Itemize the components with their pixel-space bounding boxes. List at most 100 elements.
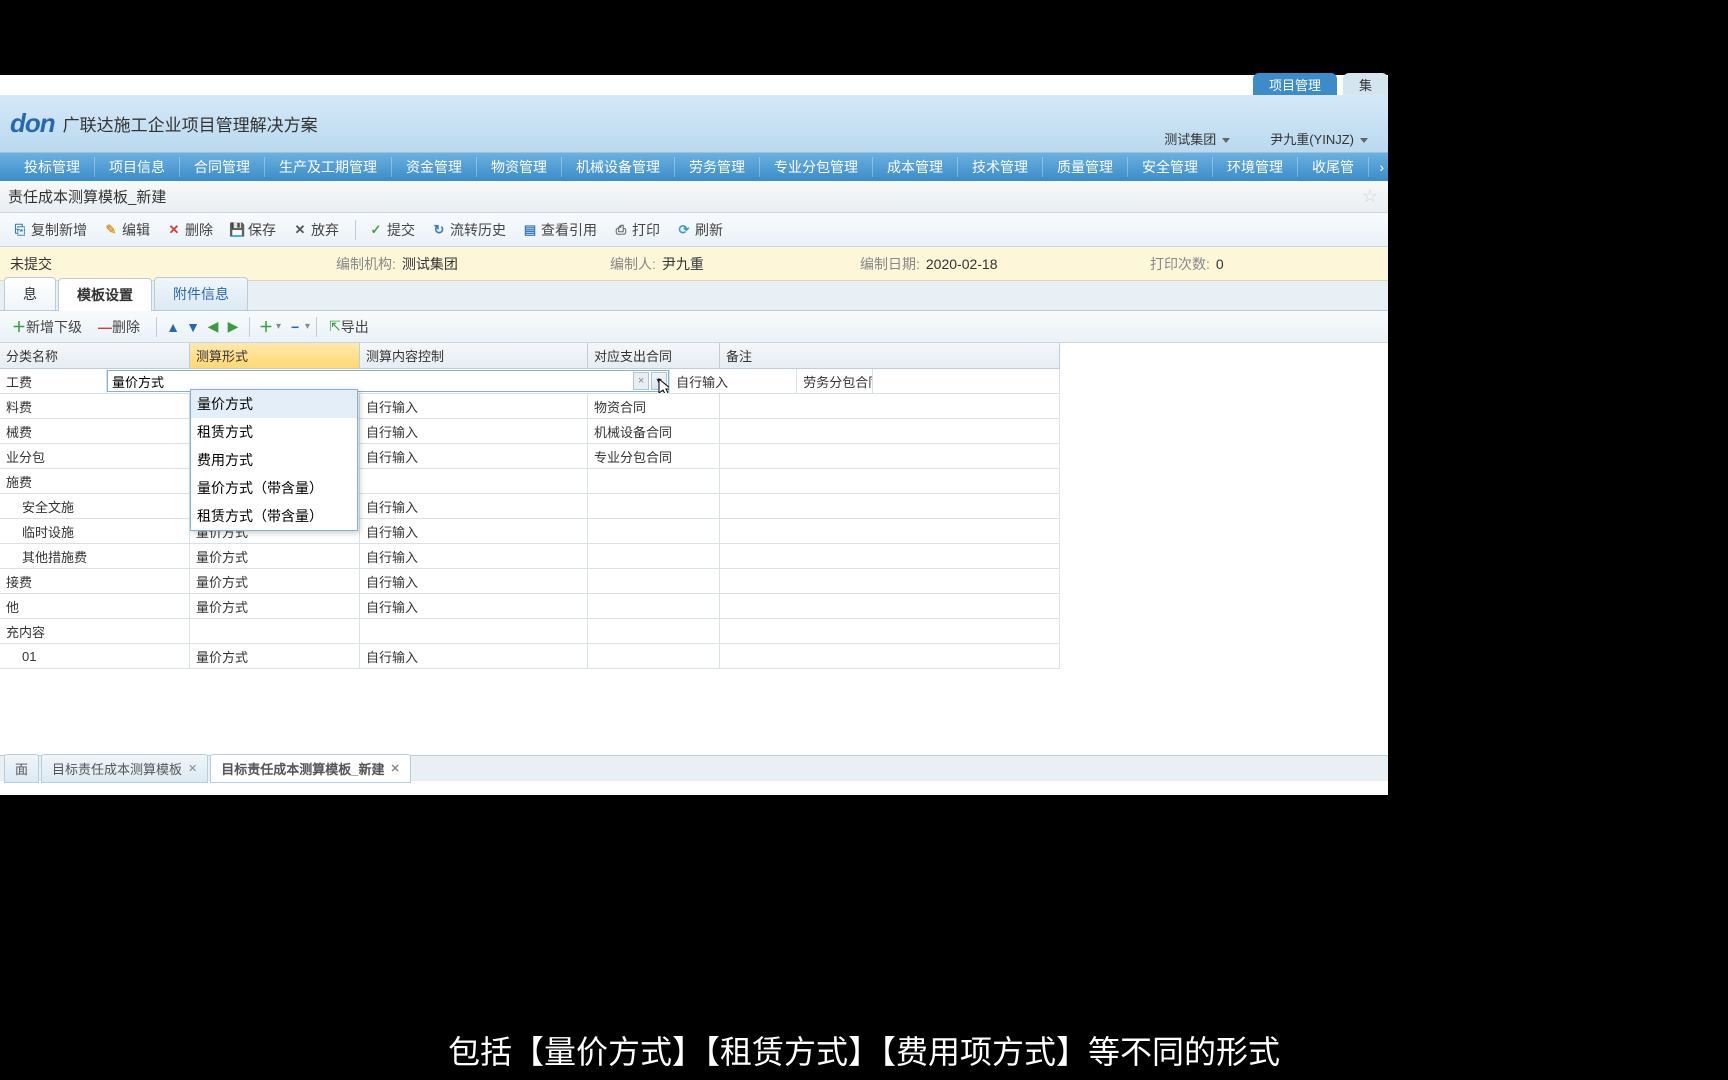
cell-contract[interactable] [588, 469, 720, 493]
table-row[interactable]: 施费 [0, 469, 1060, 494]
expand-icon[interactable]: ＋ [258, 319, 274, 335]
print-button[interactable]: ⎙打印 [607, 217, 666, 243]
cell-remark[interactable] [720, 569, 1060, 593]
favorite-star-icon[interactable]: ☆ [1362, 186, 1378, 207]
cell-remark[interactable] [720, 394, 1060, 418]
doc-tab-template-new[interactable]: 目标责任成本测算模板_新建✕ [210, 754, 410, 783]
doc-tab-template[interactable]: 目标责任成本测算模板✕ [41, 754, 208, 783]
col-header-name[interactable]: 分类名称 [0, 343, 190, 368]
nav-bid[interactable]: 投标管理 [10, 157, 95, 177]
table-row[interactable]: 料费自行输入物资合同 [0, 394, 1060, 419]
tab-template-settings[interactable]: 模板设置 [58, 278, 152, 311]
cell-ctrl[interactable]: 自行输入 [360, 594, 588, 618]
doc-tab[interactable]: 面 [4, 754, 39, 783]
cell-remark[interactable] [720, 619, 1060, 643]
cell-remark[interactable] [720, 544, 1060, 568]
cell-name[interactable]: 械费 [0, 419, 190, 443]
cell-name[interactable]: 临时设施 [0, 519, 190, 543]
nav-environment[interactable]: 环境管理 [1213, 157, 1298, 177]
cancel-button[interactable]: ✕放弃 [286, 217, 345, 243]
table-row[interactable]: 01量价方式自行输入 [0, 644, 1060, 669]
cell-remark[interactable] [720, 494, 1060, 518]
cell-name[interactable]: 01 [0, 644, 190, 668]
nav-subcontract[interactable]: 专业分包管理 [760, 157, 873, 177]
nav-scroll-right-icon[interactable]: › [1379, 159, 1384, 175]
col-header-form[interactable]: 测算形式 [190, 343, 360, 368]
cell-remark[interactable] [720, 469, 1060, 493]
table-row[interactable]: 接费量价方式自行输入 [0, 569, 1060, 594]
view-ref-button[interactable]: ▤查看引用 [516, 217, 603, 243]
cell-contract[interactable] [588, 569, 720, 593]
cell-form[interactable]: 量价方式 [190, 644, 360, 668]
delete-button[interactable]: ✕删除 [160, 217, 219, 243]
dropdown-option[interactable]: 租赁方式 [191, 418, 357, 446]
cell-contract[interactable]: 物资合同 [588, 394, 720, 418]
nav-quality[interactable]: 质量管理 [1043, 157, 1128, 177]
grid-delete-button[interactable]: —删除 [92, 314, 146, 340]
table-row[interactable]: 工费×▼自行输入劳务分包合同 [0, 369, 1060, 394]
copy-new-button[interactable]: ⎘复制新增 [6, 217, 93, 243]
move-left-icon[interactable]: ◀ [205, 319, 221, 335]
cell-ctrl[interactable]: 自行输入 [360, 644, 588, 668]
close-icon[interactable]: ✕ [390, 762, 399, 775]
nav-project-info[interactable]: 项目信息 [95, 157, 180, 177]
dropdown-trigger-icon[interactable]: ▼ [651, 372, 667, 390]
nav-safety[interactable]: 安全管理 [1128, 157, 1213, 177]
cell-contract[interactable]: 机械设备合同 [588, 419, 720, 443]
cell-name[interactable]: 施费 [0, 469, 190, 493]
cell-contract[interactable] [588, 544, 720, 568]
cell-contract[interactable] [588, 594, 720, 618]
top-tab-secondary[interactable]: 集 [1343, 73, 1388, 95]
cell-contract[interactable]: 劳务分包合同 [797, 369, 873, 393]
nav-contract[interactable]: 合同管理 [180, 157, 265, 177]
collapse-icon[interactable]: − [287, 319, 303, 335]
cell-name[interactable]: 业分包 [0, 444, 190, 468]
close-icon[interactable]: ✕ [188, 762, 197, 775]
cell-contract[interactable]: 专业分包合同 [588, 444, 720, 468]
cell-name[interactable]: 他 [0, 594, 190, 618]
cell-name[interactable]: 料费 [0, 394, 190, 418]
org-selector[interactable]: 测试集团 [1164, 129, 1230, 148]
nav-closing[interactable]: 收尾管 [1298, 157, 1369, 177]
dropdown-option[interactable]: 租赁方式（带含量） [191, 502, 357, 530]
table-row[interactable]: 其他措施费量价方式自行输入 [0, 544, 1060, 569]
nav-machinery[interactable]: 机械设备管理 [562, 157, 675, 177]
nav-material[interactable]: 物资管理 [477, 157, 562, 177]
cell-ctrl[interactable] [360, 469, 588, 493]
col-header-remark[interactable]: 备注 [720, 343, 1060, 368]
move-down-icon[interactable]: ▼ [185, 319, 201, 335]
cell-name[interactable]: 安全文施 [0, 494, 190, 518]
cell-ctrl[interactable]: 自行输入 [670, 369, 797, 393]
cell-form[interactable]: 量价方式 [190, 569, 360, 593]
cell-form[interactable] [190, 619, 360, 643]
table-row[interactable]: 业分包 自行输入专业分包合同 [0, 444, 1060, 469]
cell-form[interactable]: 量价方式 [190, 544, 360, 568]
cell-ctrl[interactable] [360, 619, 588, 643]
cell-ctrl[interactable]: 自行输入 [360, 419, 588, 443]
cell-name[interactable]: 充内容 [0, 619, 190, 643]
table-row[interactable]: 他量价方式自行输入 [0, 594, 1060, 619]
cell-ctrl[interactable]: 自行输入 [360, 544, 588, 568]
nav-production[interactable]: 生产及工期管理 [265, 157, 392, 177]
cell-contract[interactable] [588, 619, 720, 643]
tab-attachments[interactable]: 附件信息 [154, 277, 248, 310]
nav-cost[interactable]: 成本管理 [873, 157, 958, 177]
export-button[interactable]: ⇱导出 [323, 314, 375, 340]
cell-ctrl[interactable]: 自行输入 [360, 444, 588, 468]
cell-ctrl[interactable]: 自行输入 [360, 569, 588, 593]
table-row[interactable]: 安全文施自行输入 [0, 494, 1060, 519]
dropdown-option[interactable]: 费用方式 [191, 446, 357, 474]
cell-remark[interactable] [720, 644, 1060, 668]
table-row[interactable]: 械费 自行输入机械设备合同 [0, 419, 1060, 444]
table-row[interactable]: 临时设施量价方式自行输入 [0, 519, 1060, 544]
add-child-button[interactable]: ＋新增下级 [6, 314, 88, 340]
nav-labor[interactable]: 劳务管理 [675, 157, 760, 177]
cell-name[interactable]: 工费 [0, 369, 107, 393]
cell-form[interactable]: 量价方式 [190, 594, 360, 618]
form-dropdown[interactable]: 量价方式 租赁方式 费用方式 量价方式（带含量） 租赁方式（带含量） [190, 389, 358, 531]
nav-fund[interactable]: 资金管理 [392, 157, 477, 177]
cell-remark[interactable] [873, 369, 1060, 393]
user-selector[interactable]: 尹九重(YINJZ) [1270, 129, 1368, 148]
cell-contract[interactable] [588, 519, 720, 543]
history-button[interactable]: ↻流转历史 [425, 217, 512, 243]
